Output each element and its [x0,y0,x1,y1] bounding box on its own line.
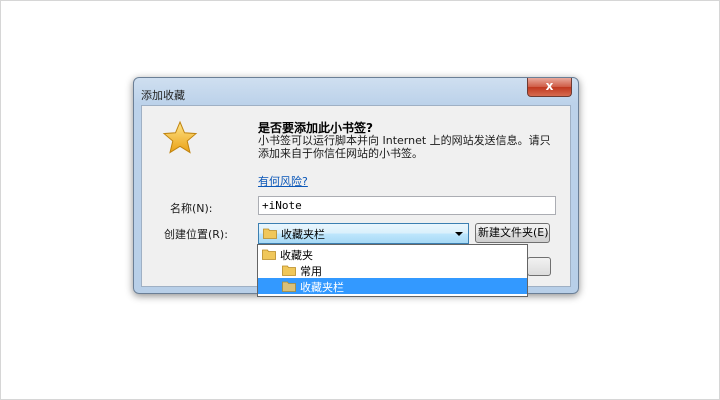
chevron-down-icon[interactable] [455,232,463,236]
dialog-title: 添加收藏 [141,89,185,102]
folder-icon [262,249,276,260]
risk-link[interactable]: 有何风险? [258,173,308,189]
title-bar[interactable]: 添加收藏 x [134,78,578,106]
dropdown-item-favorites[interactable]: 收藏夹 [258,246,527,262]
add-button-partial[interactable] [527,257,551,276]
close-button[interactable]: x [527,78,572,97]
location-select[interactable]: 收藏夹栏 [258,223,469,244]
folder-icon [282,281,296,292]
location-selected-value: 收藏夹栏 [281,228,325,241]
dropdown-item-label: 常用 [300,265,322,278]
folder-icon [282,265,296,276]
name-label: 名称(N): [170,202,213,215]
dropdown-item-common[interactable]: 常用 [258,262,527,278]
folder-icon [263,228,277,239]
new-folder-button[interactable]: 新建文件夹(E) [475,223,550,243]
star-icon [162,120,198,154]
dropdown-item-label: 收藏夹栏 [300,281,344,294]
location-dropdown-list: 收藏夹 常用 收藏夹栏 [257,244,528,297]
dialog-description: 小书签可以运行脚本并向 Internet 上的网站发送信息。请只添加来自于你信任… [258,134,551,160]
location-label: 创建位置(R): [164,228,228,241]
dropdown-item-favorites-bar[interactable]: 收藏夹栏 [258,278,527,294]
dropdown-item-label: 收藏夹 [280,249,313,262]
name-input[interactable]: +iNote [258,196,556,215]
